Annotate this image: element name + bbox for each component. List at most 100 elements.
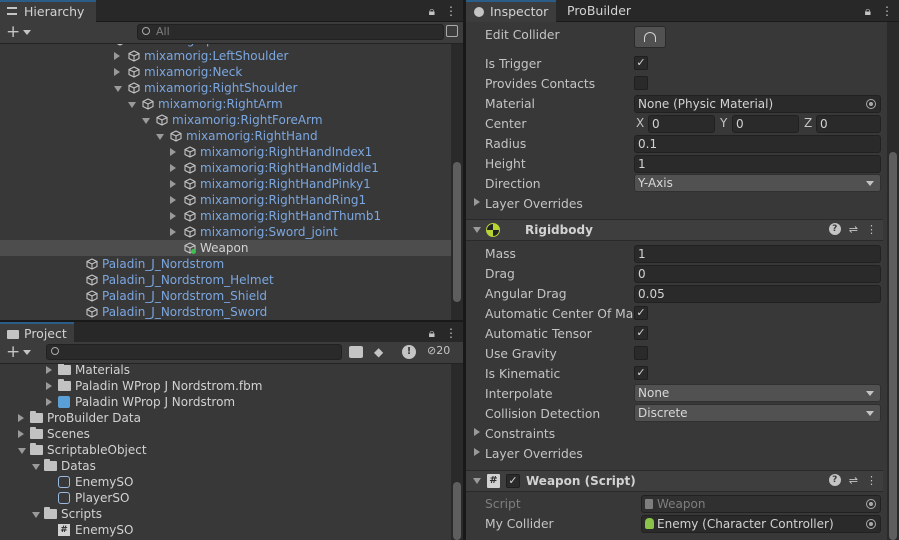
chevron-down-icon[interactable] (23, 350, 31, 355)
project-item[interactable]: Paladin WProp J Nordstrom.fbm (0, 378, 463, 394)
project-item[interactable]: PlayerSO (0, 490, 463, 506)
hierarchy-scrollbar[interactable] (451, 44, 463, 320)
chevron-right-icon[interactable] (170, 164, 176, 172)
object-picker-icon[interactable] (866, 99, 876, 109)
collider-layer-overrides-foldout[interactable]: Layer Overrides (466, 194, 883, 214)
height-field[interactable]: 1 (634, 155, 881, 173)
warning-icon[interactable]: ! (402, 345, 416, 359)
hierarchy-item[interactable]: mixamorig:RightArm (0, 96, 463, 112)
preset-icon[interactable]: ⇌ (849, 474, 858, 487)
more-menu-icon[interactable]: ⋮ (445, 4, 457, 19)
project-item[interactable]: Paladin WProp J Nordstrom (0, 394, 463, 410)
hierarchy-item[interactable]: mixamorig:RightForeArm (0, 112, 463, 128)
hierarchy-item[interactable]: mixamorig:Neck (0, 64, 463, 80)
add-icon[interactable]: + (6, 342, 20, 362)
hierarchy-item[interactable]: Paladin_J_Nordstrom_Sword (0, 304, 463, 320)
rigidbody-header[interactable]: Rigidbody ? ⇌ ⋮ (466, 219, 883, 241)
chevron-down-icon[interactable] (23, 30, 31, 35)
project-item[interactable]: # EnemySO (0, 522, 463, 538)
center-x-field[interactable]: 0 (648, 115, 715, 133)
hierarchy-item[interactable]: Paladin_J_Nordstrom_Helmet (0, 272, 463, 288)
project-scroll-thumb[interactable] (453, 482, 461, 540)
weapon-enabled-checkbox[interactable]: ✓ (506, 474, 520, 488)
lock-icon[interactable]: 🔒︎ (429, 4, 435, 19)
chevron-right-icon[interactable] (114, 52, 120, 60)
more-menu-icon[interactable]: ⋮ (881, 4, 893, 19)
direction-dropdown[interactable]: Y-Axis (634, 174, 881, 192)
project-item[interactable]: Datas (0, 458, 463, 474)
auto-tensor-checkbox[interactable]: ✓ (634, 326, 648, 340)
hierarchy-item[interactable]: mixamorig:RightHandIndex1 (0, 144, 463, 160)
lock-icon[interactable]: 🔒︎ (865, 4, 871, 19)
chevron-down-icon[interactable] (114, 86, 122, 92)
chevron-down-icon[interactable] (156, 134, 164, 140)
project-scrollbar[interactable] (451, 364, 463, 540)
lock-icon[interactable]: 🔒︎ (429, 326, 435, 341)
component-menu-icon[interactable]: ⋮ (866, 223, 877, 236)
mass-field[interactable]: 1 (634, 245, 881, 263)
tab-project[interactable]: Project (0, 322, 74, 344)
chevron-down-icon[interactable] (32, 512, 40, 518)
hierarchy-scroll-thumb[interactable] (453, 162, 461, 302)
hierarchy-item[interactable]: mixamorig:RightHand (0, 128, 463, 144)
project-item[interactable]: EnemySO (0, 474, 463, 490)
chevron-right-icon[interactable] (170, 180, 176, 188)
chevron-down-icon[interactable] (18, 448, 26, 454)
center-z-field[interactable]: 0 (816, 115, 881, 133)
center-y-field[interactable]: 0 (732, 115, 799, 133)
project-item[interactable]: Scripts (0, 506, 463, 522)
hidden-packages-icon[interactable]: ⊘20 (427, 344, 450, 357)
more-menu-icon[interactable]: ⋮ (445, 326, 457, 341)
help-icon[interactable]: ? (828, 474, 841, 486)
project-item[interactable]: ScriptableObject (0, 442, 463, 458)
drag-field[interactable]: 0 (634, 265, 881, 283)
use-gravity-checkbox[interactable] (634, 346, 648, 360)
chevron-right-icon[interactable] (46, 398, 52, 406)
add-icon[interactable]: + (6, 22, 20, 42)
provides-contacts-checkbox[interactable] (634, 76, 648, 90)
scene-search-icon[interactable] (446, 25, 458, 37)
hierarchy-item[interactable]: mixamorig:LeftShoulder (0, 48, 463, 64)
component-menu-icon[interactable]: ⋮ (866, 474, 877, 487)
project-item[interactable]: ProBuilder Data (0, 410, 463, 426)
chevron-down-icon[interactable] (128, 102, 136, 108)
material-field[interactable]: None (Physic Material) (634, 95, 881, 113)
hierarchy-item[interactable]: Paladin_J_Nordstrom (0, 256, 463, 272)
hierarchy-item[interactable]: mixamorig:RightShoulder (0, 80, 463, 96)
hierarchy-item[interactable]: mixamorig:RightHandRing1 (0, 192, 463, 208)
interpolate-dropdown[interactable]: None (634, 384, 881, 402)
hierarchy-item[interactable]: mixamorig:RightHandPinky1 (0, 176, 463, 192)
hierarchy-search-input[interactable]: All (137, 24, 444, 40)
constraints-foldout[interactable]: Constraints (466, 424, 883, 444)
angular-drag-field[interactable]: 0.05 (634, 285, 881, 303)
weapon-script-header[interactable]: # ✓ Weapon (Script) ? ⇌ ⋮ (466, 470, 883, 492)
hierarchy-item[interactable]: mixamorig:RightHandThumb1 (0, 208, 463, 224)
chevron-right-icon[interactable] (18, 430, 24, 438)
filter-by-type-icon[interactable] (349, 346, 363, 358)
hierarchy-item[interactable]: mixamorig:RightHandMiddle1 (0, 160, 463, 176)
hierarchy-item[interactable]: Weapon (0, 240, 463, 256)
chevron-right-icon[interactable] (114, 68, 120, 76)
tab-inspector[interactable]: Inspector (466, 0, 556, 22)
edit-collider-button[interactable] (634, 26, 666, 48)
chevron-right-icon[interactable] (170, 196, 176, 204)
collision-detection-dropdown[interactable]: Discrete (634, 404, 881, 422)
hierarchy-item[interactable]: mixamorig:Sword_joint (0, 224, 463, 240)
project-search-input[interactable] (46, 344, 342, 360)
chevron-right-icon[interactable] (46, 366, 52, 374)
chevron-right-icon[interactable] (18, 414, 24, 422)
my-collider-field[interactable]: Enemy (Character Controller) (641, 515, 881, 533)
tab-probuilder[interactable]: ProBuilder (567, 0, 631, 22)
auto-com-checkbox[interactable]: ✓ (634, 306, 648, 320)
hierarchy-item[interactable]: Paladin_J_Nordstrom_Shield (0, 288, 463, 304)
object-picker-icon[interactable] (866, 519, 876, 529)
is-trigger-checkbox[interactable]: ✓ (634, 56, 648, 70)
filter-by-label-icon[interactable]: ◆ (374, 345, 383, 359)
preset-icon[interactable]: ⇌ (849, 223, 858, 236)
chevron-right-icon[interactable] (170, 212, 176, 220)
project-item[interactable]: Scenes (0, 426, 463, 442)
help-icon[interactable]: ? (828, 223, 841, 235)
radius-field[interactable]: 0.1 (634, 135, 881, 153)
project-item[interactable]: Materials (0, 364, 463, 378)
inspector-scrollbar[interactable] (887, 22, 899, 540)
